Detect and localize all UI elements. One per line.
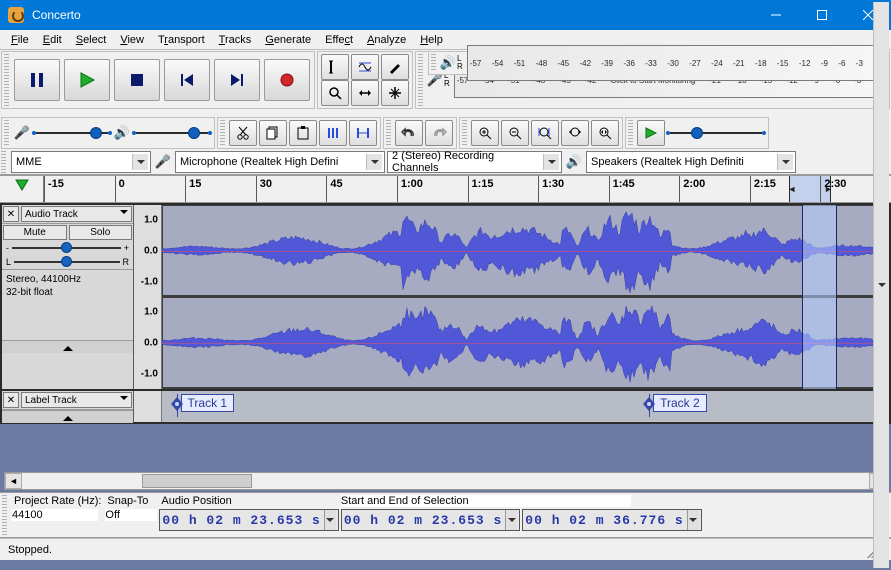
audio-host-combo[interactable]: MME [11, 151, 151, 173]
playback-speed-slider[interactable] [666, 124, 766, 142]
cut-button[interactable] [229, 120, 257, 146]
label-marker[interactable]: Track 1 [177, 394, 235, 412]
status-text: Stopped. [8, 544, 52, 556]
undo-button[interactable] [395, 120, 423, 146]
scroll-left-button[interactable]: ◄ [5, 473, 22, 489]
rec-volume-icon: 🎤 [12, 125, 32, 141]
record-button[interactable] [264, 59, 310, 101]
app-icon [8, 7, 24, 23]
label-track[interactable]: ✕ Label Track Track 1 Track 2 [1, 390, 890, 423]
minimize-button[interactable] [753, 0, 799, 30]
timeshift-tool[interactable] [351, 80, 379, 106]
play-volume-icon: 🔊 [112, 125, 132, 141]
title-bar: Concerto [0, 0, 891, 30]
fit-project-button[interactable] [561, 120, 589, 146]
record-channels-combo[interactable]: 2 (Stereo) Recording Channels [387, 151, 562, 173]
trim-button[interactable] [319, 120, 347, 146]
zoom-in-button[interactable] [471, 120, 499, 146]
envelope-tool[interactable] [351, 54, 379, 80]
track-collapse-button[interactable] [2, 340, 133, 353]
zoom-toolbar [459, 117, 623, 149]
project-rate-label: Project Rate (Hz): [12, 495, 103, 509]
tracks-area: ✕ Audio Track Mute Solo -+ LR Stereo, 44… [0, 203, 891, 424]
menu-generate[interactable]: Generate [258, 32, 318, 48]
label-track-collapse-button[interactable] [2, 410, 133, 423]
menu-tracks[interactable]: Tracks [212, 32, 259, 48]
selection-end-field[interactable]: 00 h 02 m 36.776 s [522, 509, 701, 531]
label-track-body[interactable]: Track 1 Track 2 [162, 391, 889, 421]
mute-button[interactable]: Mute [3, 225, 67, 240]
menu-effect[interactable]: Effect [318, 32, 360, 48]
toolbars: 🎤 LR -57-54-51-48-45-42 Click to Start M… [0, 50, 891, 175]
scroll-thumb[interactable] [142, 474, 252, 488]
audio-position-label: Audio Position [159, 495, 338, 509]
fit-selection-button[interactable] [531, 120, 559, 146]
device-toolbar: MME 🎤 Microphone (Realtek High Defini 2 … [0, 150, 891, 174]
redo-button[interactable] [425, 120, 453, 146]
input-device-combo[interactable]: Microphone (Realtek High Defini [175, 151, 385, 173]
amplitude-scale[interactable]: 1.0 0.0 -1.0 1.0 0.0 -1.0 [134, 205, 162, 389]
gain-slider[interactable]: -+ [2, 241, 133, 255]
zoom-toggle-button[interactable] [591, 120, 619, 146]
solo-button[interactable]: Solo [69, 225, 133, 240]
selection-tool[interactable] [321, 54, 349, 80]
multi-tool[interactable] [381, 80, 409, 106]
track-menu-button[interactable]: Audio Track [21, 206, 132, 222]
pan-slider[interactable]: LR [2, 255, 133, 269]
paste-button[interactable] [289, 120, 317, 146]
play-at-speed-toolbar [625, 117, 769, 149]
menu-help[interactable]: Help [413, 32, 450, 48]
menu-select[interactable]: Select [69, 32, 114, 48]
audio-track[interactable]: ✕ Audio Track Mute Solo -+ LR Stereo, 44… [1, 204, 890, 390]
zoom-out-button[interactable] [501, 120, 529, 146]
play-at-speed-button[interactable] [637, 120, 665, 146]
play-button[interactable] [64, 59, 110, 101]
snap-to-combo[interactable]: Off [105, 509, 157, 521]
horizontal-scrollbar[interactable]: ◄ ► [4, 472, 887, 490]
project-rate-combo[interactable]: 44100 [12, 509, 98, 521]
snap-to-label: Snap-To [105, 495, 157, 509]
undo-toolbar [383, 117, 457, 149]
playback-meter[interactable]: 🔊 LR -57-54-51-48-45-42-39-36-33-30-27-2… [428, 51, 888, 75]
menu-analyze[interactable]: Analyze [360, 32, 413, 48]
copy-button[interactable] [259, 120, 287, 146]
timeline[interactable]: -1501530451:001:151:301:452:002:152:302:… [0, 175, 891, 203]
rec-volume-slider[interactable] [32, 124, 112, 142]
waveform-area[interactable] [162, 205, 889, 389]
draw-tool[interactable] [381, 54, 409, 80]
selection-mode-combo[interactable]: Start and End of Selection [341, 495, 631, 507]
input-device-icon: 🎤 [153, 154, 173, 170]
menu-view[interactable]: View [113, 32, 151, 48]
pause-button[interactable] [14, 59, 60, 101]
mixer-toolbar: 🎤 🔊 [1, 117, 215, 149]
output-device-icon: 🔊 [564, 154, 584, 170]
skip-start-button[interactable] [164, 59, 210, 101]
menu-edit[interactable]: Edit [36, 32, 69, 48]
audio-position-field[interactable]: 00 h 02 m 23.653 s [159, 509, 338, 531]
menu-file[interactable]: File [4, 32, 36, 48]
output-device-combo[interactable]: Speakers (Realtek High Definiti [586, 151, 796, 173]
label-track-close-button[interactable]: ✕ [3, 392, 19, 408]
skip-end-button[interactable] [214, 59, 260, 101]
window-title: Concerto [32, 8, 81, 22]
status-bar: Stopped. [0, 538, 891, 560]
audio-track-panel[interactable]: ✕ Audio Track Mute Solo -+ LR Stereo, 44… [2, 205, 134, 389]
label-marker[interactable]: Track 2 [649, 394, 707, 412]
edit-toolbar [217, 117, 381, 149]
speaker-icon: 🔊 [439, 55, 457, 71]
menu-transport[interactable]: Transport [151, 32, 212, 48]
zoom-tool[interactable] [321, 80, 349, 106]
timeline-playhead[interactable] [0, 176, 44, 202]
play-volume-slider[interactable] [132, 124, 212, 142]
track-close-button[interactable]: ✕ [3, 206, 19, 222]
selection-start-field[interactable]: 00 h 02 m 23.653 s [341, 509, 520, 531]
label-track-menu-button[interactable]: Label Track [21, 392, 132, 408]
track-format-info: Stereo, 44100Hz 32-bit float [2, 269, 133, 302]
selection-toolbar: Project Rate (Hz): 44100 Snap-To Off Aud… [0, 492, 891, 538]
tools-toolbar [317, 51, 413, 109]
maximize-button[interactable] [799, 0, 845, 30]
stop-button[interactable] [114, 59, 160, 101]
silence-button[interactable] [349, 120, 377, 146]
transport-toolbar [1, 51, 315, 109]
